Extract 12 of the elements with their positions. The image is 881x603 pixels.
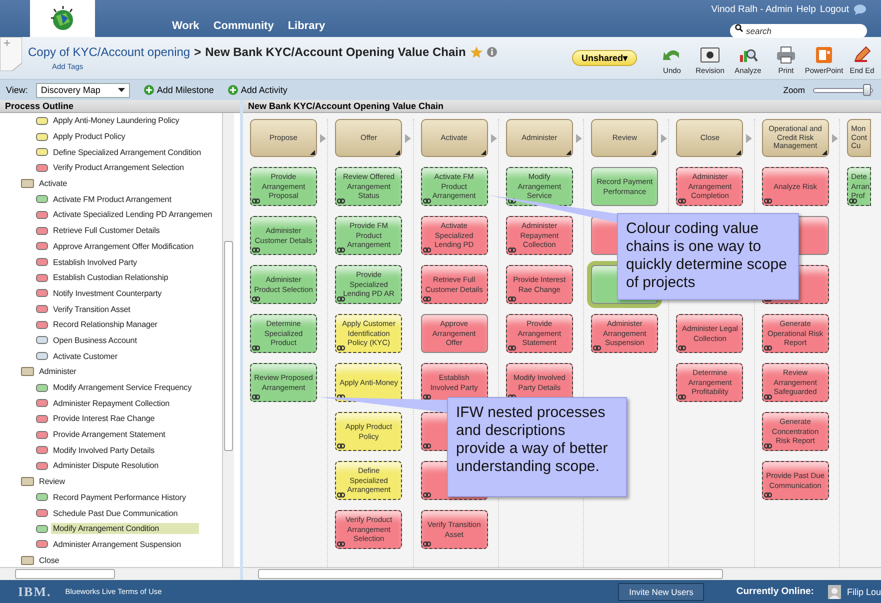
page-title: New Bank KYC/Account Opening Value Chain	[205, 45, 466, 59]
callout-tooltip: Colour coding value chains is one way to quickly determine scope of projects	[617, 213, 799, 300]
online-user: Filip Lou	[846, 586, 881, 596]
online-label: Currently Online:	[736, 586, 814, 597]
breadcrumb-separator: >	[194, 45, 202, 59]
panel-title: Process Outline	[0, 100, 240, 113]
callout-tooltip: IFW nested processes and descriptions provide a way of better understanding scope.	[447, 397, 627, 497]
user-name: Vinod Ralh - Admin	[711, 4, 792, 15]
panel-title: New Bank KYC/Account Opening Value Chain	[243, 100, 881, 113]
view-label: View:	[6, 85, 28, 95]
zoom-label: Zoom	[783, 85, 805, 95]
company-logo: IBM.	[18, 584, 52, 600]
